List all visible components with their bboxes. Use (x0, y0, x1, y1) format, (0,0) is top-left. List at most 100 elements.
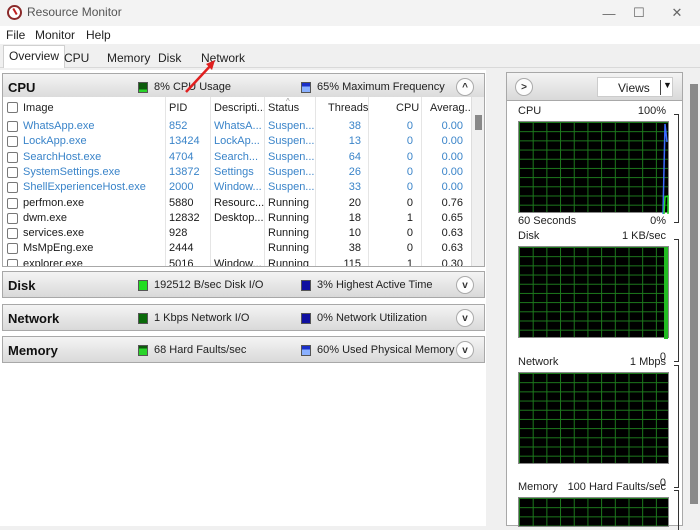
cell-threads: 13 (349, 135, 361, 147)
cell-threads: 20 (349, 197, 361, 209)
process-checkbox[interactable] (7, 136, 18, 147)
scroll-thumb[interactable] (475, 115, 482, 130)
process-checkbox[interactable] (7, 198, 18, 209)
process-checkbox[interactable] (7, 167, 18, 178)
cell-cpu: 0 (407, 227, 413, 239)
process-checkbox[interactable] (7, 243, 18, 254)
cpu-usage-swatch (138, 82, 148, 93)
network-utilization-swatch (301, 313, 311, 324)
cell-threads: 64 (349, 151, 361, 163)
process-row[interactable]: SearchHost.exe4704Search...Suspen...6400… (3, 151, 471, 166)
cell-avg: 0.63 (442, 242, 463, 254)
cell-cpu: 0 (407, 120, 413, 132)
cell-cpu: 0 (407, 197, 413, 209)
collapse-cpu-button[interactable]: ^ (456, 78, 474, 96)
cell-threads: 10 (349, 227, 361, 239)
cell-cpu: 0 (407, 135, 413, 147)
disk-graph (518, 246, 669, 338)
tab-memory[interactable]: Memory (101, 47, 156, 68)
tab-network[interactable]: Network (195, 47, 251, 68)
column-description[interactable]: Descripti... (214, 102, 266, 114)
cell-pid: 12832 (169, 212, 200, 224)
process-row[interactable]: explorer.exe5016Window...Running11510.30 (3, 258, 471, 267)
cell-pid: 928 (169, 227, 187, 239)
network-section-header[interactable]: Network 1 Kbps Network I/O 0% Network Ut… (2, 304, 485, 331)
disk-graph-lines (519, 247, 670, 339)
network-graph-bracket (674, 365, 679, 488)
cpu-usage-stat: 8% CPU Usage (154, 81, 231, 93)
tab-disk[interactable]: Disk (152, 47, 187, 68)
cell-desc: LockAp... (214, 135, 260, 147)
views-dropdown[interactable]: Views ▼ (597, 77, 673, 97)
network-io-stat: 1 Kbps Network I/O (154, 312, 249, 324)
process-checkbox[interactable] (7, 259, 18, 267)
cell-desc: WhatsA... (214, 120, 262, 132)
table-scrollbar[interactable] (471, 97, 484, 267)
cpu-graph-max: 100% (638, 105, 666, 117)
process-row[interactable]: dwm.exe12832Desktop...Running1810.65 (3, 212, 471, 227)
menu-monitor[interactable]: Monitor (35, 28, 75, 42)
process-checkbox[interactable] (7, 152, 18, 163)
cell-pid: 5880 (169, 197, 193, 209)
cell-threads: 115 (343, 258, 361, 267)
column-average-cpu[interactable]: Averag... (430, 102, 474, 114)
cpu-section-header[interactable]: CPU 8% CPU Usage 65% Maximum Frequency ^ (2, 73, 485, 100)
menu-help[interactable]: Help (86, 28, 111, 42)
process-row[interactable]: MsMpEng.exe2444Running3800.63 (3, 242, 471, 257)
close-button[interactable]: ✕ (654, 0, 700, 26)
process-checkbox[interactable] (7, 182, 18, 193)
select-all-checkbox[interactable] (7, 102, 18, 113)
process-checkbox[interactable] (7, 121, 18, 132)
disk-section-header[interactable]: Disk 192512 B/sec Disk I/O 3% Highest Ac… (2, 271, 485, 298)
cpu-process-table: Image PID Descripti... ^ Status Threads … (2, 97, 485, 267)
collapse-graphs-button[interactable]: > (515, 78, 533, 96)
disk-graph-max: 1 KB/sec (622, 230, 666, 242)
column-cpu[interactable]: CPU (396, 102, 419, 114)
cpu-graph (518, 121, 669, 213)
process-row[interactable]: LockApp.exe13424LockAp...Suspen...1300.0… (3, 135, 471, 150)
graphs-scrollbar[interactable] (687, 72, 700, 526)
overview-pane: CPU 8% CPU Usage 65% Maximum Frequency ^… (0, 70, 486, 526)
cell-status: Suspen... (268, 120, 314, 132)
expand-disk-button[interactable]: v (456, 276, 474, 294)
process-checkbox[interactable] (7, 213, 18, 224)
column-threads[interactable]: Threads (328, 102, 368, 114)
chevron-down-icon: v (462, 280, 468, 291)
expand-network-button[interactable]: v (456, 309, 474, 327)
disk-section-title: Disk (8, 278, 35, 293)
expand-memory-button[interactable]: v (456, 341, 474, 359)
column-pid[interactable]: PID (169, 102, 187, 114)
cell-desc: Desktop... (214, 212, 264, 224)
cell-status: Running (268, 227, 309, 239)
chevron-up-icon: ^ (462, 82, 468, 93)
process-row[interactable]: services.exe928Running1000.63 (3, 227, 471, 242)
process-row[interactable]: perfmon.exe5880Resourc...Running2000.76 (3, 197, 471, 212)
process-row[interactable]: SystemSettings.exe13872SettingsSuspen...… (3, 166, 471, 181)
cpu-graph-bracket (674, 114, 679, 223)
tab-overview[interactable]: Overview (3, 45, 65, 68)
menu-file[interactable]: File (6, 28, 25, 42)
column-status[interactable]: Status (268, 102, 299, 114)
cell-threads: 38 (349, 120, 361, 132)
scroll-thumb[interactable] (690, 84, 698, 504)
cell-pid: 2444 (169, 242, 193, 254)
process-row[interactable]: WhatsApp.exe852WhatsA...Suspen...3800.00 (3, 120, 471, 135)
cell-avg: 0.00 (442, 166, 463, 178)
column-image[interactable]: Image (23, 102, 54, 114)
cell-image: services.exe (23, 227, 84, 239)
menu-bar: File Monitor Help (0, 26, 700, 44)
cell-avg: 0.00 (442, 181, 463, 193)
process-checkbox[interactable] (7, 228, 18, 239)
cell-image: ShellExperienceHost.exe (23, 181, 146, 193)
memory-section-header[interactable]: Memory 68 Hard Faults/sec 60% Used Physi… (2, 336, 485, 363)
cell-pid: 852 (169, 120, 187, 132)
tab-cpu[interactable]: CPU (58, 47, 95, 68)
left-pane-scrollbar[interactable] (488, 70, 500, 526)
cell-image: explorer.exe (23, 258, 83, 267)
cell-status: Suspen... (268, 135, 314, 147)
chevron-down-icon: v (462, 313, 468, 324)
process-row[interactable]: ShellExperienceHost.exe2000Window...Susp… (3, 181, 471, 196)
network-section-title: Network (8, 311, 59, 326)
cell-desc: Resourc... (214, 197, 264, 209)
cpu-frequency-swatch (301, 82, 311, 93)
